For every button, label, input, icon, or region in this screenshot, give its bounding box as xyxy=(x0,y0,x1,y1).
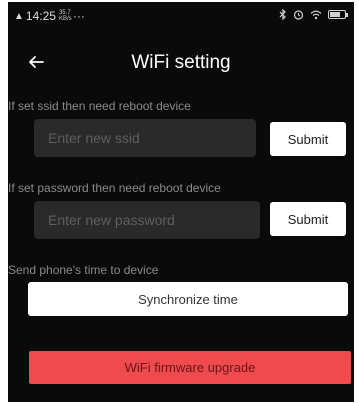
password-input[interactable] xyxy=(34,201,260,239)
ssid-hint-label: If set ssid then need reboot device xyxy=(8,99,191,113)
wifi-firmware-upgrade-button[interactable]: WiFi firmware upgrade xyxy=(29,351,351,384)
status-time: 14:25 xyxy=(25,9,56,23)
status-bar: ▲ 14:25 35.7 KB/s ··· xyxy=(8,2,354,30)
signal-icon: ▲ xyxy=(14,10,24,22)
app-screen: ▲ 14:25 35.7 KB/s ··· WiFi setting If se… xyxy=(8,2,354,402)
ssid-input[interactable] xyxy=(34,119,256,157)
network-speed: 35.7 KB/s xyxy=(58,10,72,22)
password-hint-label: If set password then need reboot device xyxy=(8,181,221,195)
password-submit-button[interactable]: Submit xyxy=(270,202,346,236)
wifi-icon xyxy=(310,10,322,19)
ssid-submit-button[interactable]: Submit xyxy=(270,122,346,156)
title-bar: WiFi setting xyxy=(8,42,354,82)
page-title: WiFi setting xyxy=(131,52,231,73)
bluetooth-icon xyxy=(279,9,286,20)
synchronize-time-button[interactable]: Synchronize time xyxy=(28,282,348,316)
alarm-icon xyxy=(293,10,304,20)
time-sync-hint-label: Send phone's time to device xyxy=(8,263,159,277)
status-right xyxy=(279,9,348,20)
battery-icon xyxy=(328,10,348,19)
battery-level xyxy=(330,12,340,17)
more-notifications-icon: ··· xyxy=(72,9,85,23)
status-left: ▲ 14:25 35.7 KB/s ··· xyxy=(14,9,85,23)
